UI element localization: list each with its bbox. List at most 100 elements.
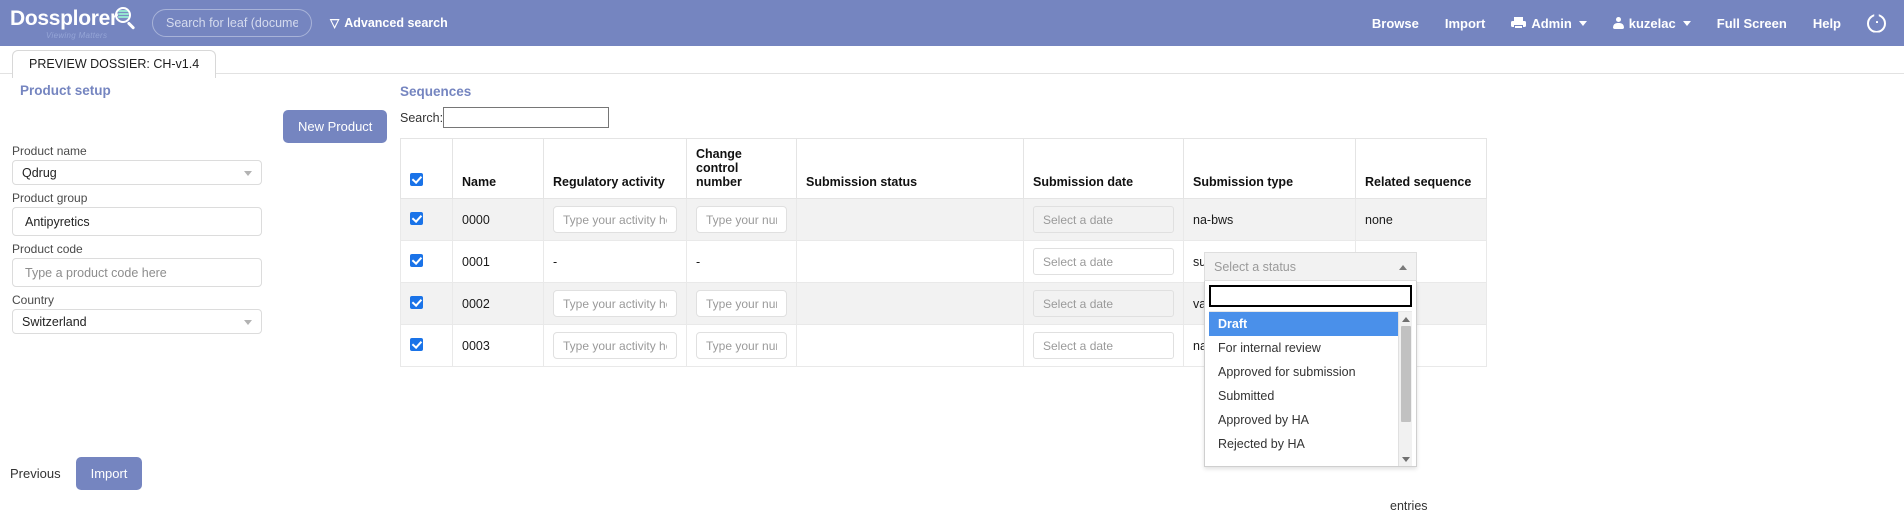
row-status-cell[interactable] (797, 325, 1024, 367)
country-label: Country (12, 293, 400, 307)
status-dropdown-scrollbar[interactable] (1398, 312, 1412, 466)
chevron-down-icon (1683, 21, 1691, 26)
row-ccn-cell (687, 325, 797, 367)
product-code-input[interactable] (12, 258, 262, 287)
advanced-search-link[interactable]: ▽ Advanced search (330, 16, 448, 30)
sequences-panel: Sequences Search: Name Regulatory activi… (400, 74, 1904, 367)
table-entries-info: entries (1390, 499, 1428, 513)
power-icon[interactable] (1867, 14, 1886, 33)
brand-logo[interactable]: Dossplorer Viewing Matters (10, 0, 140, 46)
nav-link-admin-label: Admin (1531, 16, 1571, 31)
th-regulatory-activity[interactable]: Regulatory activity (544, 139, 687, 199)
product-code-label: Product code (12, 242, 400, 256)
field-product-group: Product group (12, 191, 400, 236)
global-search-input[interactable] (152, 9, 312, 37)
nav-link-help-label: Help (1813, 16, 1841, 31)
th-submission-type[interactable]: Submission type (1184, 139, 1356, 199)
change-control-number-input[interactable] (696, 332, 787, 359)
product-group-label: Product group (12, 191, 400, 205)
tab-preview-dossier[interactable]: PREVIEW DOSSIER: CH-v1.4 (12, 50, 216, 78)
status-option-list: Draft For internal review Approved for s… (1209, 311, 1412, 466)
row-name: 0002 (453, 283, 544, 325)
th-select-all (401, 139, 453, 199)
sequences-search-label: Search: (400, 111, 443, 125)
submission-date-input[interactable] (1033, 206, 1174, 233)
submission-date-input[interactable] (1033, 290, 1174, 317)
country-select[interactable]: Switzerland (12, 309, 262, 334)
row-name: 0003 (453, 325, 544, 367)
row-status-cell[interactable] (797, 199, 1024, 241)
nav-link-user[interactable]: kuzelac (1613, 16, 1691, 31)
nav-link-user-label: kuzelac (1629, 16, 1676, 31)
th-name[interactable]: Name (453, 139, 544, 199)
row-select-cell (401, 283, 453, 325)
wizard-footer-actions: Previous Import (10, 457, 142, 490)
th-submission-date[interactable]: Submission date (1024, 139, 1184, 199)
status-option-approved-for-submission[interactable]: Approved for submission (1209, 360, 1412, 384)
scroll-up-arrow-icon[interactable] (1399, 312, 1412, 326)
row-status-cell[interactable] (797, 283, 1024, 325)
row-activity-cell (544, 283, 687, 325)
row-submission-type: na-bws (1184, 199, 1356, 241)
previous-button[interactable]: Previous (10, 466, 61, 481)
nav-link-browse-label: Browse (1372, 16, 1419, 31)
field-country: Country Switzerland (12, 293, 400, 334)
user-icon (1613, 17, 1624, 29)
product-group-input[interactable] (12, 207, 262, 236)
scrollbar-thumb[interactable] (1401, 326, 1411, 422)
status-option-approved-by-ha[interactable]: Approved by HA (1209, 408, 1412, 432)
status-option-draft[interactable]: Draft (1209, 312, 1412, 336)
row-checkbox[interactable] (410, 296, 423, 309)
table-row: 0000 na-bws none (401, 199, 1487, 241)
product-name-select[interactable]: Qdrug (12, 160, 262, 185)
row-activity-cell (544, 199, 687, 241)
select-all-checkbox[interactable] (410, 173, 423, 186)
row-name: 0000 (453, 199, 544, 241)
submission-date-input[interactable] (1033, 248, 1174, 275)
row-checkbox[interactable] (410, 338, 423, 351)
nav-link-fullscreen-label: Full Screen (1717, 16, 1787, 31)
table-header-row: Name Regulatory activity Change control … (401, 139, 1487, 199)
product-name-label: Product name (12, 144, 400, 158)
status-option-submitted[interactable]: Submitted (1209, 384, 1412, 408)
status-dropdown-search-input[interactable] (1209, 285, 1412, 307)
status-option-rejected-by-ha[interactable]: Rejected by HA (1209, 432, 1412, 456)
status-dropdown-control[interactable]: Select a status (1204, 252, 1417, 281)
row-checkbox[interactable] (410, 212, 423, 225)
row-checkbox[interactable] (410, 254, 423, 267)
nav-link-import[interactable]: Import (1445, 16, 1485, 31)
row-status-cell[interactable] (797, 241, 1024, 283)
regulatory-activity-input[interactable] (553, 290, 677, 317)
nav-link-fullscreen[interactable]: Full Screen (1717, 16, 1787, 31)
status-option-for-internal-review[interactable]: For internal review (1209, 336, 1412, 360)
scroll-down-arrow-icon[interactable] (1399, 452, 1412, 466)
change-control-number-input[interactable] (696, 290, 787, 317)
sequences-title: Sequences (400, 84, 1904, 99)
tab-strip: PREVIEW DOSSIER: CH-v1.4 (0, 46, 1904, 74)
regulatory-activity-input[interactable] (553, 206, 677, 233)
sequences-search-input[interactable] (443, 107, 609, 128)
nav-link-help[interactable]: Help (1813, 16, 1841, 31)
th-change-control-number[interactable]: Change control number (687, 139, 797, 199)
new-product-row: New Product (12, 98, 400, 144)
nav-link-admin[interactable]: Admin (1511, 16, 1586, 31)
submission-date-input[interactable] (1033, 332, 1174, 359)
submission-status-dropdown: Select a status Draft For internal revie… (1204, 252, 1417, 467)
regulatory-activity-input[interactable] (553, 332, 677, 359)
import-button[interactable]: Import (76, 457, 143, 490)
th-related-sequence[interactable]: Related sequence (1356, 139, 1487, 199)
advanced-search-label: Advanced search (344, 16, 448, 30)
chevron-down-icon (244, 320, 252, 325)
th-submission-status[interactable]: Submission status (797, 139, 1024, 199)
printer-icon (1511, 17, 1526, 29)
new-product-button[interactable]: New Product (283, 110, 387, 143)
product-name-value: Qdrug (22, 166, 57, 180)
filter-funnel-icon: ▽ (330, 17, 339, 29)
brand-tagline: Viewing Matters (46, 31, 140, 40)
row-select-cell (401, 199, 453, 241)
magnifier-icon (113, 6, 137, 30)
top-navbar: Dossplorer Viewing Matters ▽ Advanced se… (0, 0, 1904, 46)
change-control-number-input[interactable] (696, 206, 787, 233)
sequences-search-row: Search: (400, 107, 1904, 128)
nav-link-browse[interactable]: Browse (1372, 16, 1419, 31)
